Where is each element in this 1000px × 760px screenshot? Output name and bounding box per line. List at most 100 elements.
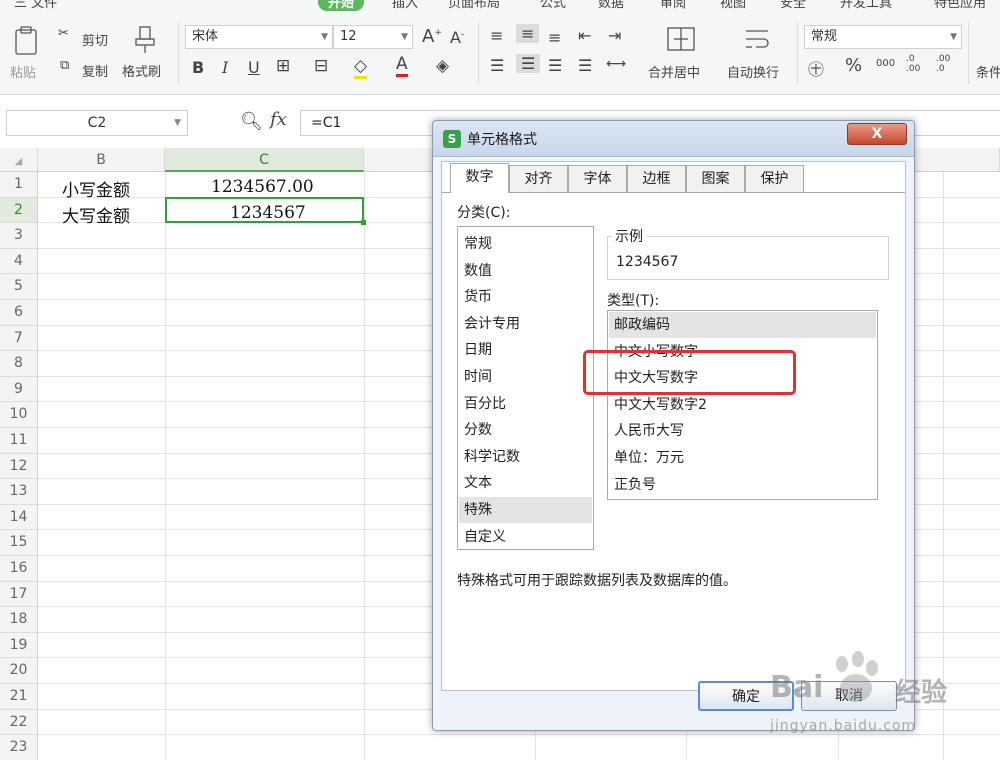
category-item[interactable]: 会计专用 bbox=[459, 311, 592, 337]
tab-border[interactable]: 边框 bbox=[627, 165, 686, 192]
tab-home[interactable]: 开始 bbox=[318, 0, 365, 11]
cell-b2[interactable]: 大写金额 bbox=[62, 202, 130, 227]
conditional-format-button[interactable]: 条件 bbox=[976, 62, 1000, 81]
tab-special-apps[interactable]: 特色应用 bbox=[934, 0, 986, 11]
fx-button[interactable]: fx bbox=[270, 109, 287, 130]
tab-page-layout[interactable]: 页面布局 bbox=[448, 0, 500, 11]
font-size-select[interactable]: 12 ▼ bbox=[333, 25, 413, 49]
tab-alignment[interactable]: 对齐 bbox=[509, 165, 568, 192]
type-item[interactable]: 人民币大写 bbox=[609, 418, 876, 444]
row-header-14[interactable]: 14 bbox=[0, 504, 38, 531]
active-cell-outline[interactable] bbox=[165, 197, 366, 225]
font-name-select[interactable]: 宋体 ▼ bbox=[185, 25, 333, 49]
zoom-search-icon[interactable]: 🔍︎ bbox=[240, 111, 263, 132]
increase-font-icon[interactable]: A+ bbox=[422, 26, 442, 47]
align-bottom-icon[interactable]: ≡ bbox=[548, 28, 561, 47]
format-painter-button[interactable]: 格式刷 bbox=[122, 61, 161, 80]
italic-button[interactable]: I bbox=[222, 58, 228, 77]
thousands-button[interactable]: 000 bbox=[876, 58, 895, 69]
category-item[interactable]: 货币 bbox=[459, 284, 592, 310]
align-left-icon[interactable]: ☰ bbox=[490, 56, 504, 75]
fill-style-icon[interactable]: ⊟ bbox=[314, 56, 328, 76]
tab-formulas[interactable]: 公式 bbox=[540, 0, 566, 11]
merge-center-icon[interactable] bbox=[664, 24, 698, 54]
row-header-7[interactable]: 7 bbox=[0, 325, 38, 352]
select-all-corner[interactable]: ◢ bbox=[0, 148, 38, 172]
justify-icon[interactable]: ☰ bbox=[578, 56, 592, 75]
category-item[interactable]: 百分比 bbox=[459, 391, 592, 417]
borders-icon[interactable]: ⊞ bbox=[276, 56, 290, 76]
percent-button[interactable]: % bbox=[845, 55, 862, 76]
tab-insert[interactable]: 插入 bbox=[392, 0, 418, 11]
number-format-select[interactable]: 常规 ▼ bbox=[804, 25, 962, 49]
tab-developer[interactable]: 开发工具 bbox=[840, 0, 892, 11]
tab-review[interactable]: 审阅 bbox=[660, 0, 686, 11]
row-header-1[interactable]: 1 bbox=[0, 172, 38, 198]
copy-button[interactable]: 复制 bbox=[82, 61, 108, 80]
eraser-icon[interactable]: ◈ bbox=[436, 56, 449, 76]
row-header-9[interactable]: 9 bbox=[0, 376, 38, 403]
row-header-8[interactable]: 8 bbox=[0, 351, 38, 377]
row-header-23[interactable]: 23 bbox=[0, 735, 38, 760]
row-header-19[interactable]: 19 bbox=[0, 632, 38, 659]
decrease-font-icon[interactable]: A- bbox=[450, 28, 464, 47]
type-item[interactable]: 中文大写数字2 bbox=[609, 392, 876, 418]
font-color-icon[interactable]: A bbox=[396, 54, 408, 77]
wrap-text-icon[interactable] bbox=[740, 24, 774, 54]
row-header-5[interactable]: 5 bbox=[0, 274, 38, 300]
merge-center-button[interactable]: 合并居中 bbox=[648, 62, 700, 81]
row-header-12[interactable]: 12 bbox=[0, 453, 38, 480]
wrap-text-button[interactable]: 自动换行 bbox=[727, 62, 779, 81]
decrease-decimal-button[interactable]: .00 .0 bbox=[936, 54, 950, 74]
indent-decrease-icon[interactable]: ⇤ bbox=[578, 26, 591, 45]
cut-button[interactable]: 剪切 bbox=[82, 30, 108, 49]
type-item[interactable]: 邮政编码 bbox=[609, 312, 876, 338]
category-item[interactable]: 特殊 bbox=[459, 497, 592, 523]
dialog-titlebar[interactable]: S 单元格格式 X bbox=[433, 121, 914, 157]
fill-color-icon[interactable]: ◇ bbox=[354, 56, 368, 79]
tab-number[interactable]: 数字 bbox=[450, 163, 509, 193]
row-header-11[interactable]: 11 bbox=[0, 428, 38, 454]
row-header-6[interactable]: 6 bbox=[0, 300, 38, 326]
row-header-10[interactable]: 10 bbox=[0, 402, 38, 428]
align-center-icon[interactable]: ☰ bbox=[516, 54, 541, 73]
tab-security[interactable]: 安全 bbox=[780, 0, 806, 11]
align-middle-icon[interactable]: ≡ bbox=[516, 24, 540, 43]
tab-font[interactable]: 字体 bbox=[568, 165, 627, 192]
row-header-13[interactable]: 13 bbox=[0, 479, 38, 505]
paste-button[interactable]: 粘贴 bbox=[10, 62, 36, 81]
tab-protection[interactable]: 保护 bbox=[745, 165, 804, 192]
category-item[interactable]: 数值 bbox=[459, 258, 592, 284]
row-header-16[interactable]: 16 bbox=[0, 556, 38, 582]
column-header-c[interactable]: C bbox=[165, 148, 364, 172]
cell-b1[interactable]: 小写金额 bbox=[62, 176, 130, 201]
row-header-4[interactable]: 4 bbox=[0, 248, 38, 275]
row-header-3[interactable]: 3 bbox=[0, 223, 38, 249]
column-header-b[interactable]: B bbox=[38, 148, 165, 172]
category-item[interactable]: 常规 bbox=[459, 231, 592, 257]
tab-pattern[interactable]: 图案 bbox=[686, 165, 745, 192]
tab-file[interactable]: 三 文件 bbox=[14, 0, 57, 11]
underline-button[interactable]: U bbox=[248, 58, 260, 77]
category-item[interactable]: 分数 bbox=[459, 417, 592, 443]
category-item[interactable]: 科学记数 bbox=[459, 444, 592, 470]
align-right-icon[interactable]: ☰ bbox=[548, 56, 562, 75]
category-item[interactable]: 文本 bbox=[459, 470, 592, 496]
tab-view[interactable]: 视图 bbox=[720, 0, 746, 11]
close-button[interactable]: X bbox=[847, 123, 907, 145]
type-item[interactable]: 单位：万元 bbox=[609, 445, 876, 471]
paste-icon[interactable] bbox=[10, 24, 44, 58]
distribute-icon[interactable]: ⟷ bbox=[606, 56, 626, 72]
tab-data[interactable]: 数据 bbox=[598, 0, 624, 11]
format-painter-icon[interactable] bbox=[130, 24, 160, 56]
category-item[interactable]: 时间 bbox=[459, 364, 592, 390]
increase-decimal-button[interactable]: .0 .00 bbox=[906, 54, 920, 74]
bold-button[interactable]: B bbox=[192, 58, 204, 77]
row-header-22[interactable]: 22 bbox=[0, 709, 38, 736]
scissors-icon[interactable]: ✂ bbox=[58, 26, 69, 41]
row-header-17[interactable]: 17 bbox=[0, 581, 38, 608]
name-box[interactable]: C2 ▼ bbox=[6, 110, 188, 136]
indent-increase-icon[interactable]: ⇥ bbox=[608, 26, 621, 45]
row-header-2[interactable]: 2 bbox=[0, 197, 38, 224]
align-top-icon[interactable]: ≡ bbox=[490, 26, 503, 45]
